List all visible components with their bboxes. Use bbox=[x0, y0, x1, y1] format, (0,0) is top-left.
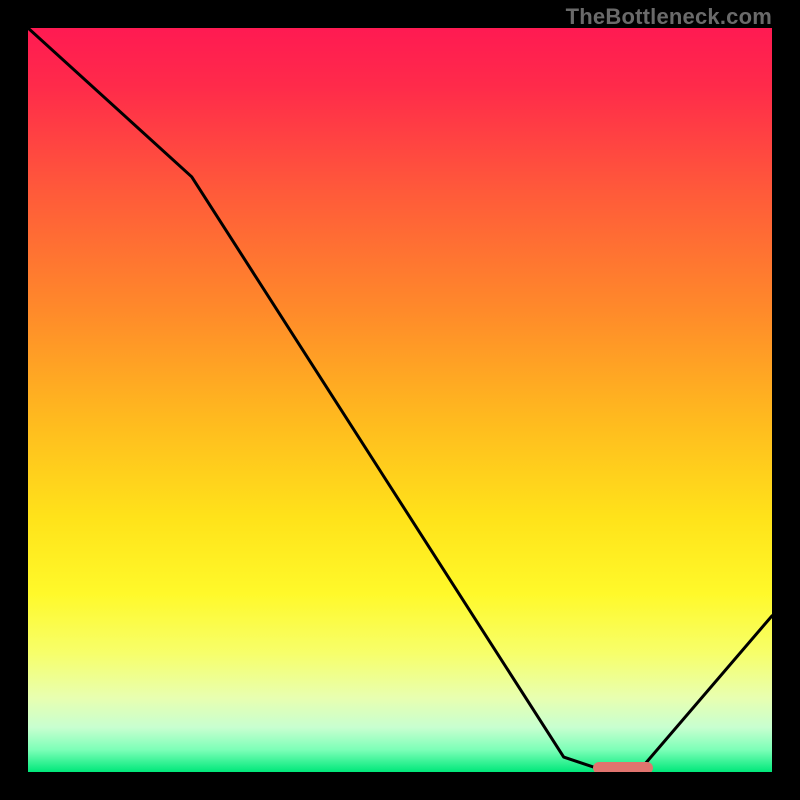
bottleneck-chart: TheBottleneck.com bbox=[0, 0, 800, 800]
plot-area bbox=[28, 28, 772, 772]
attribution-label: TheBottleneck.com bbox=[566, 4, 772, 30]
optimal-range-marker bbox=[593, 762, 653, 772]
bottleneck-curve bbox=[28, 28, 772, 772]
curve-layer bbox=[28, 28, 772, 772]
